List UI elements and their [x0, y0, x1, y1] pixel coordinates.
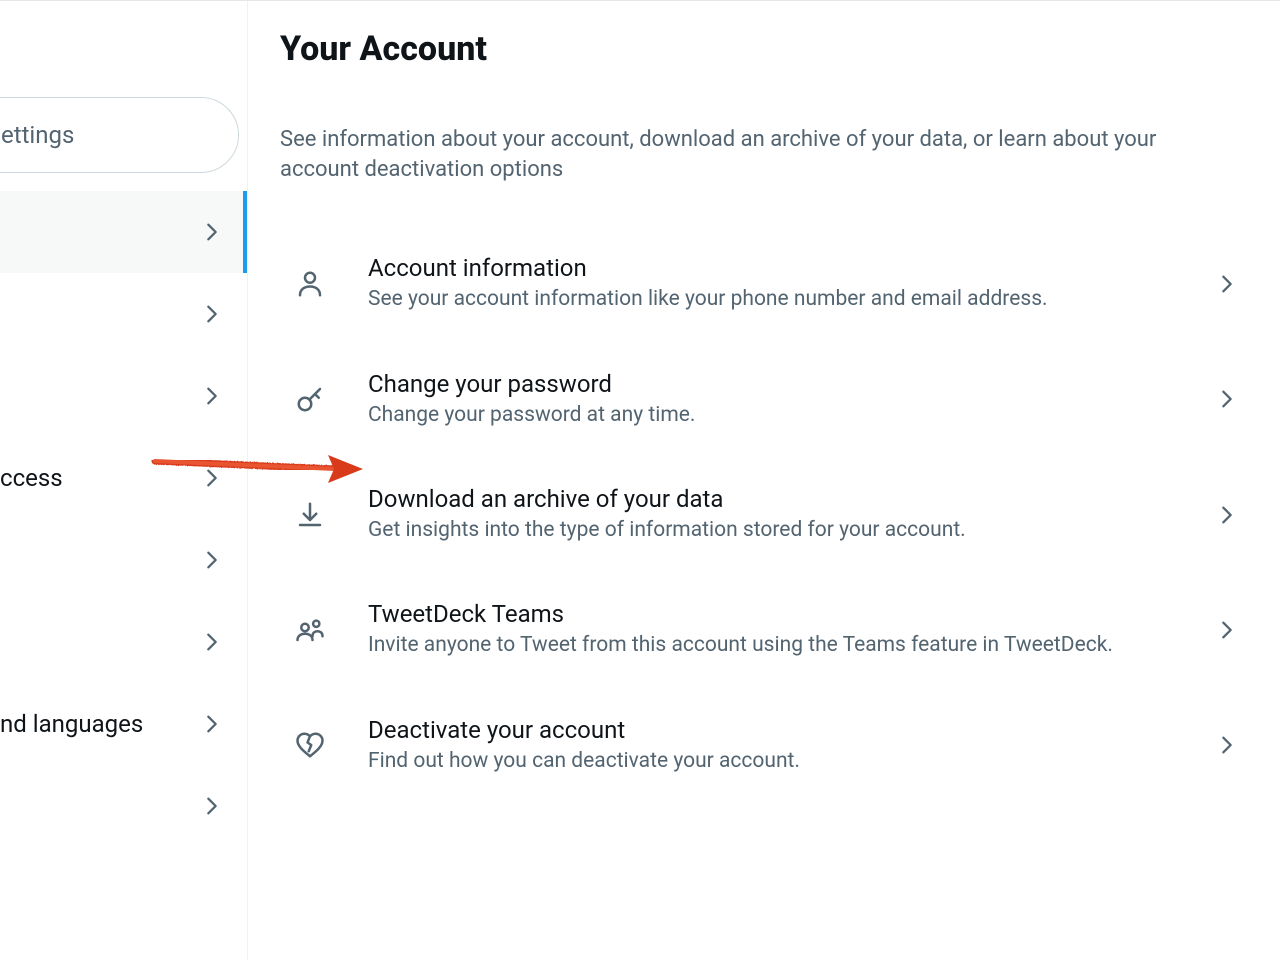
chevron-right-icon — [201, 795, 223, 817]
people-icon — [280, 615, 340, 645]
chevron-right-icon — [1216, 273, 1238, 295]
sidebar-item[interactable] — [0, 765, 247, 847]
chevron-right-icon — [201, 303, 223, 325]
settings-sidebar: ettings ccess — [0, 1, 248, 960]
sidebar-item-languages[interactable]: nd languages — [0, 683, 247, 765]
sidebar-item[interactable] — [0, 601, 247, 683]
chevron-right-icon — [1216, 734, 1238, 756]
chevron-right-icon — [201, 549, 223, 571]
page-description: See information about your account, down… — [280, 125, 1180, 184]
person-icon — [280, 269, 340, 299]
chevron-right-icon — [201, 467, 223, 489]
heart-broken-icon — [280, 730, 340, 760]
sidebar-item-access[interactable]: ccess — [0, 437, 247, 519]
search-placeholder-text: ettings — [1, 121, 74, 149]
sidebar-item-label: ccess — [0, 464, 63, 492]
chevron-right-icon — [1216, 619, 1238, 641]
sidebar-item[interactable] — [0, 519, 247, 601]
sidebar-item[interactable] — [0, 273, 247, 355]
sidebar-item-label: nd languages — [0, 710, 143, 738]
option-title: TweetDeck Teams — [368, 600, 1188, 628]
page-title: Your Account — [280, 29, 1248, 69]
chevron-right-icon — [201, 385, 223, 407]
key-icon — [280, 384, 340, 414]
option-account-information[interactable]: Account information See your account inf… — [280, 226, 1248, 341]
option-title: Download an archive of your data — [368, 485, 1188, 513]
main-content: Your Account See information about your … — [248, 1, 1280, 960]
option-deactivate-account[interactable]: Deactivate your account Find out how you… — [280, 688, 1248, 803]
option-change-password[interactable]: Change your password Change your passwor… — [280, 342, 1248, 457]
chevron-right-icon — [1216, 504, 1238, 526]
chevron-right-icon — [1216, 388, 1238, 410]
option-desc: See your account information like your p… — [368, 286, 1188, 313]
option-desc: Invite anyone to Tweet from this account… — [368, 632, 1188, 659]
option-title: Change your password — [368, 370, 1188, 398]
option-desc: Get insights into the type of informatio… — [368, 517, 1188, 544]
sidebar-list: ccess nd languages — [0, 191, 247, 847]
sidebar-item[interactable] — [0, 355, 247, 437]
option-desc: Find out how you can deactivate your acc… — [368, 748, 1188, 775]
chevron-right-icon — [201, 221, 223, 243]
download-icon — [280, 500, 340, 530]
option-tweetdeck-teams[interactable]: TweetDeck Teams Invite anyone to Tweet f… — [280, 572, 1248, 687]
option-desc: Change your password at any time. — [368, 402, 1188, 429]
option-download-archive[interactable]: Download an archive of your data Get ins… — [280, 457, 1248, 572]
search-settings-input[interactable]: ettings — [0, 97, 239, 173]
sidebar-item-your-account[interactable] — [0, 191, 247, 273]
chevron-right-icon — [201, 713, 223, 735]
option-title: Deactivate your account — [368, 716, 1188, 744]
option-title: Account information — [368, 254, 1188, 282]
chevron-right-icon — [201, 631, 223, 653]
